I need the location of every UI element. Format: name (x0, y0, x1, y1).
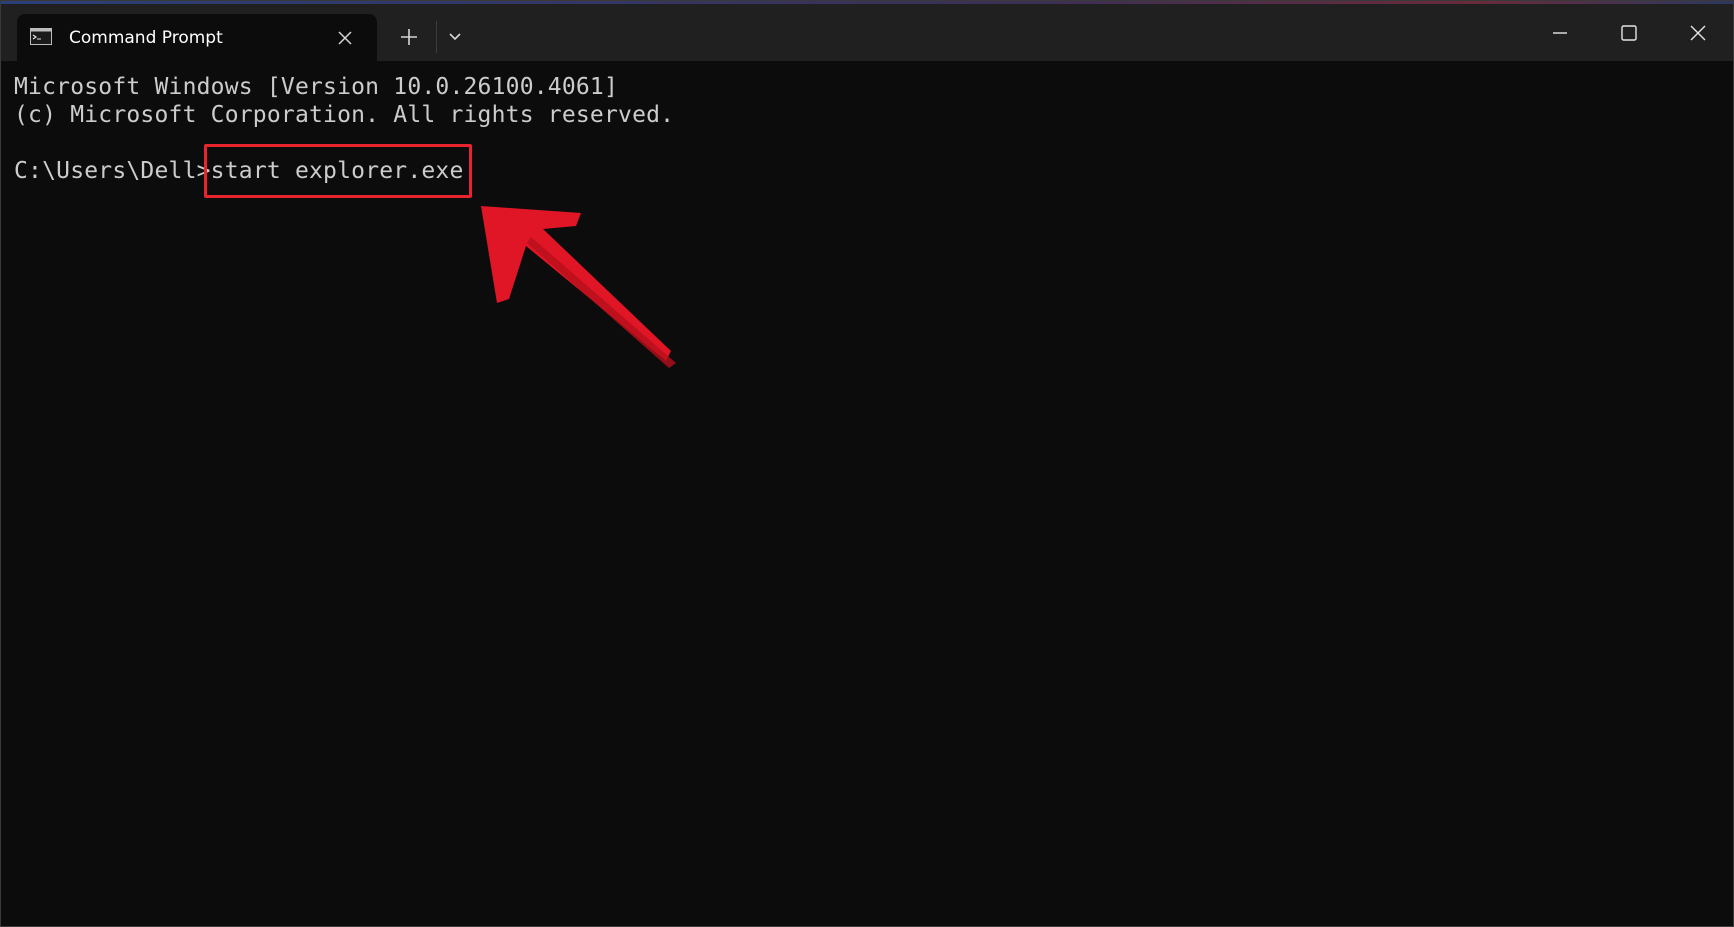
command-prompt-window: Command Prompt Microsoft Windows [Versio… (0, 0, 1734, 927)
command-highlight-box (204, 144, 472, 198)
tab-command-prompt[interactable]: Command Prompt (17, 14, 377, 61)
chevron-down-icon[interactable] (445, 27, 465, 47)
close-icon[interactable] (333, 26, 357, 50)
desktop-edge (1, 1, 1733, 4)
prompt-text: C:\Users\Dell> (14, 158, 211, 184)
title-bar[interactable]: Command Prompt (1, 1, 1733, 61)
window-close-icon[interactable] (1680, 15, 1716, 51)
terminal-icon (30, 28, 52, 45)
minimize-icon[interactable] (1542, 15, 1578, 51)
plus-icon[interactable] (397, 25, 421, 49)
maximize-icon[interactable] (1611, 15, 1647, 51)
version-line: Microsoft Windows [Version 10.0.26100.40… (14, 74, 619, 100)
tab-separator (436, 21, 437, 53)
red-arrow-annotation (471, 201, 691, 376)
tab-title: Command Prompt (69, 28, 223, 48)
copyright-line: (c) Microsoft Corporation. All rights re… (14, 102, 675, 128)
